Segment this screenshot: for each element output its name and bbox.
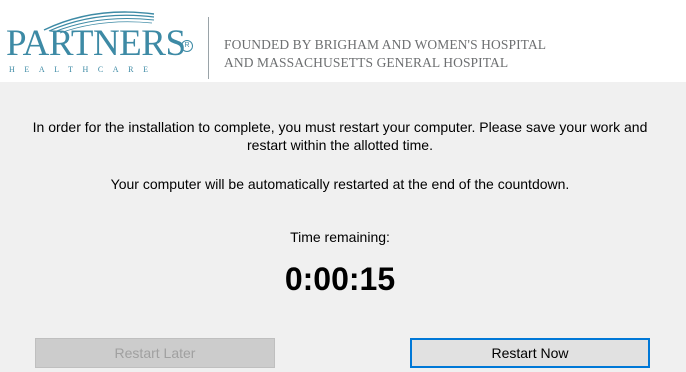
tagline-line-2: AND MASSACHUSETTS GENERAL HOSPITAL [224, 55, 509, 70]
partners-healthcare-logo: PARTNERS R HEALTHCARE [4, 4, 200, 76]
tagline-line-1: FOUNDED BY BRIGHAM AND WOMEN'S HOSPITAL [224, 37, 547, 52]
restart-message: In order for the installation to complet… [32, 119, 648, 153]
time-remaining-label: Time remaining: [290, 229, 390, 245]
countdown-timer: 0:00:15 [284, 261, 396, 297]
auto-restart-notice: Your computer will be automatically rest… [110, 176, 570, 192]
header-tagline: FOUNDED BY BRIGHAM AND WOMEN'S HOSPITAL … [224, 36, 546, 72]
header-divider [208, 17, 209, 79]
restart-now-button[interactable]: Restart Now [410, 338, 650, 368]
logo-wordmark: PARTNERS [6, 23, 186, 64]
logo-subtitle: HEALTHCARE [9, 65, 158, 74]
registered-mark-icon: R [181, 40, 193, 52]
restart-dialog: In order for the installation to complet… [0, 82, 686, 372]
header-banner: PARTNERS R HEALTHCARE FOUNDED BY BRIGHAM… [0, 0, 686, 82]
restart-later-button[interactable]: Restart Later [35, 338, 275, 368]
